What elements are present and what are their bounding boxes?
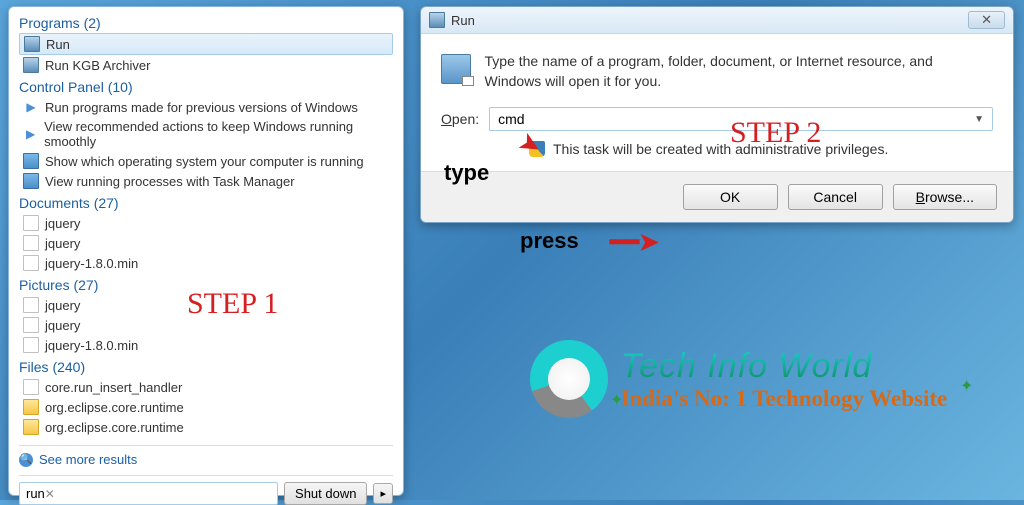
file-icon bbox=[23, 255, 39, 271]
result-label: jquery bbox=[45, 298, 80, 313]
logo-title: Tech Info World bbox=[620, 347, 947, 386]
monitor-icon bbox=[23, 173, 39, 189]
result-doc[interactable]: jquery bbox=[19, 213, 393, 233]
file-icon bbox=[23, 337, 39, 353]
logo-icon bbox=[530, 340, 608, 418]
result-label: jquery-1.8.0.min bbox=[45, 338, 138, 353]
run-dialog-icon bbox=[441, 54, 471, 84]
result-doc[interactable]: jquery bbox=[19, 233, 393, 253]
result-file[interactable]: org.eclipse.core.runtime bbox=[19, 397, 393, 417]
section-header-control-panel: Control Panel (10) bbox=[19, 79, 393, 95]
arrow-icon: ━━➤ bbox=[610, 228, 659, 257]
titlebar: Run ✕ bbox=[421, 7, 1013, 34]
result-file[interactable]: core.run_insert_handler bbox=[19, 377, 393, 397]
window-title: Run bbox=[451, 13, 968, 28]
shutdown-button[interactable]: Shut down bbox=[284, 482, 367, 505]
file-icon bbox=[23, 317, 39, 333]
result-label: jquery bbox=[45, 318, 80, 333]
start-menu-search-results: Programs (2) Run Run KGB Archiver Contro… bbox=[8, 6, 404, 496]
annotation-step2: STEP 2 bbox=[730, 116, 821, 150]
logo: Tech Info World India's No: 1 Technology… bbox=[530, 340, 947, 418]
result-file[interactable]: org.eclipse.core.runtime bbox=[19, 417, 393, 437]
see-more-label: See more results bbox=[39, 452, 137, 467]
folder-icon bbox=[23, 399, 39, 415]
flag-icon: ▶ bbox=[23, 99, 39, 115]
result-pic[interactable]: jquery-1.8.0.min bbox=[19, 335, 393, 355]
button-row: OK Cancel Browse... bbox=[421, 172, 1013, 222]
folder-icon bbox=[23, 419, 39, 435]
result-compat[interactable]: ▶ Run programs made for previous versions… bbox=[19, 97, 393, 117]
logo-subtitle: India's No: 1 Technology Website bbox=[620, 386, 947, 412]
result-label: Run KGB Archiver bbox=[45, 58, 151, 73]
file-icon bbox=[23, 235, 39, 251]
run-dialog: Run ✕ Type the name of a program, folder… bbox=[420, 6, 1014, 223]
open-label: Open: bbox=[441, 111, 479, 127]
star-icon: ✦ bbox=[960, 376, 973, 396]
run-icon bbox=[24, 36, 40, 52]
run-icon bbox=[23, 57, 39, 73]
result-label: org.eclipse.core.runtime bbox=[45, 420, 184, 435]
annotation-type: type bbox=[444, 160, 489, 186]
result-label: jquery bbox=[45, 236, 80, 251]
result-label: Show which operating system your compute… bbox=[45, 154, 364, 169]
file-icon bbox=[23, 379, 39, 395]
result-label: jquery-1.8.0.min bbox=[45, 256, 138, 271]
chevron-down-icon[interactable]: ▼ bbox=[974, 114, 984, 125]
result-label: org.eclipse.core.runtime bbox=[45, 400, 184, 415]
result-label: jquery bbox=[45, 216, 80, 231]
section-header-documents: Documents (27) bbox=[19, 195, 393, 211]
ok-button[interactable]: OK bbox=[683, 184, 778, 210]
result-label: View running processes with Task Manager bbox=[45, 174, 295, 189]
search-value: run bbox=[26, 486, 45, 501]
search-row: run✕ Shut down ▸ bbox=[19, 475, 393, 505]
result-os[interactable]: Show which operating system your compute… bbox=[19, 151, 393, 171]
annotation-press: press bbox=[520, 228, 579, 254]
file-icon bbox=[23, 297, 39, 313]
flag-icon: ▶ bbox=[23, 126, 38, 142]
run-description: Type the name of a program, folder, docu… bbox=[485, 52, 994, 91]
close-button[interactable]: ✕ bbox=[968, 11, 1005, 29]
result-run-kgb[interactable]: Run KGB Archiver bbox=[19, 55, 393, 75]
search-icon: 🔍 bbox=[19, 453, 33, 467]
search-input[interactable]: run✕ bbox=[19, 482, 278, 505]
run-icon bbox=[429, 12, 445, 28]
result-run[interactable]: Run bbox=[19, 33, 393, 55]
result-taskmgr[interactable]: View running processes with Task Manager bbox=[19, 171, 393, 191]
cancel-button[interactable]: Cancel bbox=[788, 184, 883, 210]
open-value: cmd bbox=[498, 111, 524, 127]
result-label: View recommended actions to keep Windows… bbox=[44, 119, 389, 149]
privilege-text: This task will be created with administr… bbox=[553, 141, 888, 157]
file-icon bbox=[23, 215, 39, 231]
result-label: Run programs made for previous versions … bbox=[45, 100, 358, 115]
result-actions[interactable]: ▶ View recommended actions to keep Window… bbox=[19, 117, 393, 151]
star-icon: ✦ bbox=[610, 390, 623, 410]
open-row: Open: cmd ▼ bbox=[441, 107, 993, 131]
result-doc[interactable]: jquery-1.8.0.min bbox=[19, 253, 393, 273]
see-more-results[interactable]: 🔍 See more results bbox=[19, 445, 393, 467]
shutdown-menu-button[interactable]: ▸ bbox=[373, 483, 393, 504]
section-header-programs: Programs (2) bbox=[19, 15, 393, 31]
result-label: Run bbox=[46, 37, 70, 52]
browse-button[interactable]: Browse... bbox=[893, 184, 997, 210]
run-body: Type the name of a program, folder, docu… bbox=[421, 34, 1013, 172]
section-header-files: Files (240) bbox=[19, 359, 393, 375]
annotation-step1: STEP 1 bbox=[187, 287, 278, 321]
monitor-icon bbox=[23, 153, 39, 169]
clear-icon[interactable]: ✕ bbox=[45, 487, 55, 501]
result-label: core.run_insert_handler bbox=[45, 380, 182, 395]
